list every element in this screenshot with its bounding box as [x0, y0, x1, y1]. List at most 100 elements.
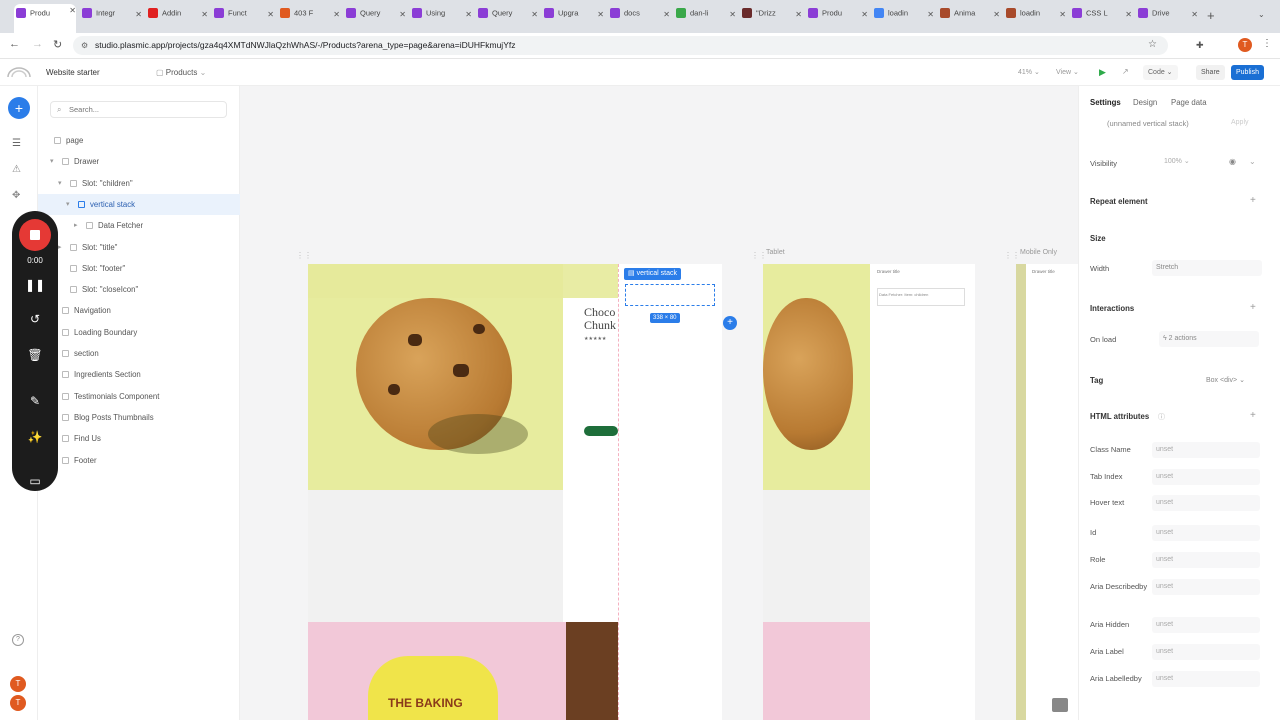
tree-item[interactable]: section: [38, 343, 240, 364]
tree-item[interactable]: ▾ Slot: "children": [38, 173, 240, 194]
browser-tab[interactable]: Query ✕: [344, 8, 406, 25]
add-repeat-icon[interactable]: +: [1250, 195, 1256, 206]
publish-button[interactable]: Publish: [1231, 65, 1264, 80]
tree-item[interactable]: page: [38, 130, 240, 151]
browser-tab[interactable]: 403 F ✕: [278, 8, 340, 25]
browser-tab[interactable]: Using ✕: [410, 8, 472, 25]
browser-tab[interactable]: Anima ✕: [938, 8, 1000, 25]
width-value[interactable]: Stretch: [1152, 260, 1262, 276]
tree-chevron-icon[interactable]: ▾: [66, 194, 70, 215]
browser-tab[interactable]: dan-li ✕: [674, 8, 736, 25]
tag-selector[interactable]: Box <div> ⌄: [1206, 376, 1245, 384]
tree-item[interactable]: Footer: [38, 450, 240, 471]
pen-icon[interactable]: ✎: [23, 389, 47, 413]
user-avatar[interactable]: T: [10, 676, 26, 692]
tree-item[interactable]: Navigation: [38, 300, 240, 321]
tree-search-box[interactable]: ⌕: [50, 101, 227, 118]
tree-item[interactable]: Blog Posts Thumbnails: [38, 407, 240, 428]
tab-close-icon[interactable]: ✕: [729, 10, 736, 19]
selection-label[interactable]: ▤ vertical stack: [624, 268, 682, 280]
browser-tab[interactable]: Funct ✕: [212, 8, 274, 25]
apply-button[interactable]: Apply: [1231, 119, 1249, 126]
bookmark-star-icon[interactable]: ☆: [1148, 39, 1157, 50]
tab-close-icon[interactable]: ✕: [993, 10, 1000, 19]
add-interaction-icon[interactable]: +: [1250, 302, 1256, 313]
camera-icon[interactable]: ▭: [23, 469, 47, 493]
tree-item[interactable]: ▾ Drawer: [38, 151, 240, 172]
design-canvas[interactable]: ⋮⋮ Choco Chunk ★★★★★ THE BAKING ▤ vertic…: [240, 86, 1078, 720]
components-icon[interactable]: ✥: [12, 190, 20, 201]
tab-overflow-icon[interactable]: ⌄: [1258, 10, 1265, 19]
user-avatar-secondary[interactable]: T: [10, 695, 26, 711]
tablet-artboard[interactable]: Drawer title Data Fetcher: Item: childre…: [763, 264, 975, 720]
browser-tab[interactable]: Produ ✕: [806, 8, 868, 25]
outline-icon[interactable]: ☰: [12, 138, 21, 149]
attribute-value-input[interactable]: unset: [1152, 442, 1260, 458]
eye-icon[interactable]: ◉: [1229, 157, 1236, 166]
element-name-field[interactable]: (unnamed vertical stack): [1107, 119, 1189, 128]
tablet-frame-label[interactable]: Tablet: [766, 249, 785, 256]
tree-item[interactable]: ▾ vertical stack: [38, 193, 240, 215]
browser-tab[interactable]: Produ ✕: [14, 4, 76, 33]
attribute-value-input[interactable]: unset: [1152, 671, 1260, 687]
effects-icon[interactable]: ✨: [23, 425, 47, 449]
tab-page-data[interactable]: Page data: [1171, 98, 1207, 107]
tree-item[interactable]: ▸ Slot: "title": [38, 237, 240, 258]
code-button[interactable]: Code ⌄: [1143, 65, 1178, 80]
add-element-button[interactable]: +: [8, 97, 30, 119]
tab-settings[interactable]: Settings: [1090, 98, 1121, 107]
tree-item[interactable]: Slot: "closeIcon": [38, 279, 240, 300]
mobile-frame-label[interactable]: Mobile Only: [1020, 249, 1057, 256]
browser-tab[interactable]: Drive ✕: [1136, 8, 1198, 25]
attribute-value-input[interactable]: unset: [1152, 469, 1260, 485]
mobile-artboard-handle-icon[interactable]: ⋮⋮: [1004, 251, 1020, 260]
add-attribute-icon[interactable]: +: [1250, 410, 1256, 421]
browser-tab[interactable]: loadin ✕: [1004, 8, 1066, 25]
tree-item[interactable]: ▸ Data Fetcher: [38, 215, 240, 236]
tab-close-icon[interactable]: ✕: [1059, 10, 1066, 19]
attribute-value-input[interactable]: unset: [1152, 525, 1260, 541]
mobile-artboard[interactable]: Drawer title: [1016, 264, 1078, 720]
browser-tab[interactable]: CSS L ✕: [1070, 8, 1132, 25]
page-selector[interactable]: ▢ Products ⌄: [156, 68, 206, 77]
warning-icon[interactable]: ⚠: [12, 164, 21, 175]
browser-tab[interactable]: Integr ✕: [80, 8, 142, 25]
help-icon[interactable]: ?: [12, 634, 24, 646]
tab-close-icon[interactable]: ✕: [861, 10, 868, 19]
tab-close-icon[interactable]: ✕: [1125, 10, 1132, 19]
search-input[interactable]: [69, 103, 219, 116]
reload-icon[interactable]: ↻: [53, 38, 62, 51]
site-info-icon[interactable]: ⚙: [81, 36, 88, 55]
pause-icon[interactable]: ❚❚: [23, 273, 47, 297]
url-field[interactable]: ⚙ studio.plasmic.app/projects/gza4q4XMTd…: [73, 36, 1168, 55]
tab-close-icon[interactable]: ✕: [465, 10, 472, 19]
project-name[interactable]: Website starter: [46, 68, 100, 77]
tab-close-icon[interactable]: ✕: [201, 10, 208, 19]
tree-chevron-icon[interactable]: ▸: [58, 237, 62, 258]
browser-tab[interactable]: loadin ✕: [872, 8, 934, 25]
tab-close-icon[interactable]: ✕: [531, 10, 538, 19]
preview-play-icon[interactable]: ▶: [1099, 67, 1106, 78]
desktop-artboard[interactable]: Choco Chunk ★★★★★ THE BAKING: [308, 264, 722, 720]
tab-close-icon[interactable]: ✕: [663, 10, 670, 19]
tablet-artboard-handle-icon[interactable]: ⋮⋮: [751, 251, 767, 260]
browser-menu-icon[interactable]: ⋮: [1262, 38, 1272, 49]
tree-item[interactable]: Slot: "footer": [38, 258, 240, 279]
trash-icon[interactable]: 🗑: [23, 343, 47, 367]
comment-icon[interactable]: [1052, 698, 1068, 712]
share-button[interactable]: Share: [1196, 65, 1225, 80]
tab-close-icon[interactable]: ✕: [1191, 10, 1198, 19]
browser-tab[interactable]: "Drizz ✕: [740, 8, 802, 25]
tab-design[interactable]: Design: [1133, 98, 1157, 107]
view-menu[interactable]: View ⌄: [1056, 68, 1079, 76]
tab-close-icon[interactable]: ✕: [795, 10, 802, 19]
new-tab-button[interactable]: +: [1207, 8, 1215, 23]
tab-close-icon[interactable]: ✕: [267, 10, 274, 19]
attribute-value-input[interactable]: unset: [1152, 617, 1260, 633]
attribute-value-input[interactable]: unset: [1152, 495, 1260, 511]
insert-plus-button[interactable]: +: [723, 316, 737, 330]
restart-icon[interactable]: ↺: [23, 307, 47, 331]
attribute-value-input[interactable]: unset: [1152, 579, 1260, 595]
attribute-value-input[interactable]: unset: [1152, 552, 1260, 568]
tab-close-icon[interactable]: ✕: [333, 10, 340, 19]
